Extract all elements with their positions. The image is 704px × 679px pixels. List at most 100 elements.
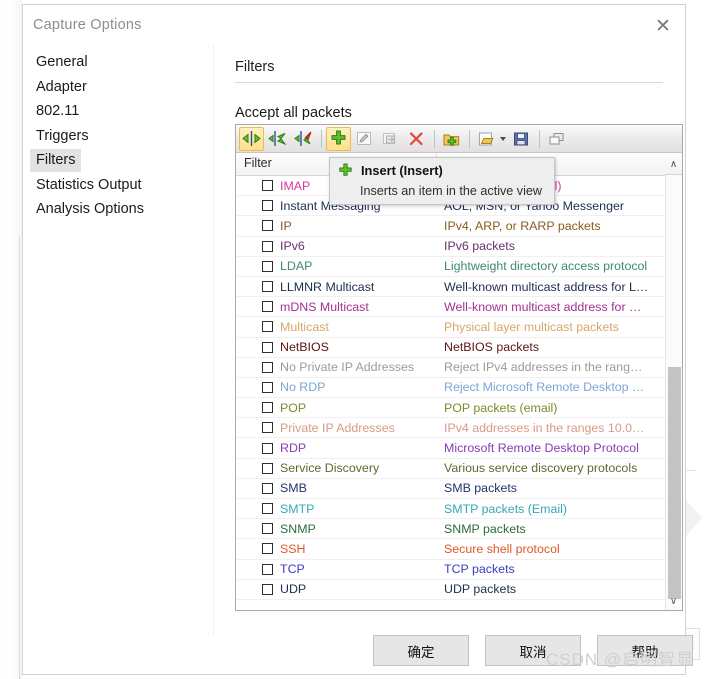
table-row[interactable]: SSH Secure shell protocol bbox=[236, 539, 682, 560]
row-checkbox[interactable] bbox=[262, 220, 273, 232]
table-row[interactable]: TCP TCP packets bbox=[236, 560, 682, 580]
table-row[interactable]: UDP UDP packets bbox=[236, 580, 682, 600]
row-checkbox[interactable] bbox=[262, 482, 273, 494]
window-title: Capture Options bbox=[33, 17, 142, 33]
tooltip-title-row: Insert (Insert) bbox=[330, 158, 554, 182]
filter-name: SMTP bbox=[280, 501, 315, 516]
filter-description: UDP packets bbox=[444, 582, 517, 597]
table-row[interactable]: mDNS Multicast Well-known multicast addre… bbox=[236, 297, 682, 318]
filter-name: mDNS Multicast bbox=[280, 299, 369, 314]
table-row[interactable]: SMB SMB packets bbox=[236, 479, 682, 499]
filter-toolbar bbox=[236, 125, 682, 153]
table-row[interactable]: SNMP SNMP packets bbox=[236, 519, 682, 540]
table-row[interactable]: SMTP SMTP packets (Email) bbox=[236, 499, 682, 520]
filter-description: IPv4, ARP, or RARP packets bbox=[444, 218, 601, 233]
row-checkbox[interactable] bbox=[262, 543, 273, 555]
new-folder-icon[interactable] bbox=[439, 127, 464, 151]
table-row[interactable]: No RDP Reject Microsoft Remote Desktop … bbox=[236, 378, 682, 399]
table-row[interactable]: Service Discovery Various service discove… bbox=[236, 459, 682, 479]
insert-icon[interactable] bbox=[326, 126, 351, 151]
sidebar-item-triggers[interactable]: Triggers bbox=[30, 125, 95, 148]
filter-name: UDP bbox=[280, 582, 307, 597]
filter-name: IPv6 bbox=[280, 239, 305, 254]
filter-outgoing-icon[interactable] bbox=[265, 127, 290, 151]
row-checkbox[interactable] bbox=[262, 583, 273, 595]
row-checkbox[interactable] bbox=[262, 442, 273, 454]
arrange-windows-icon[interactable] bbox=[544, 127, 569, 151]
table-row[interactable]: POP POP packets (email) bbox=[236, 398, 682, 419]
filter-description: TCP packets bbox=[444, 562, 515, 577]
row-checkbox[interactable] bbox=[262, 361, 273, 373]
table-row[interactable]: Multicast Physical layer multicast packet… bbox=[236, 317, 682, 338]
table-row[interactable]: Private IP Addresses IPv4 addresses in th… bbox=[236, 418, 682, 439]
background-arrow-shape bbox=[684, 498, 702, 538]
row-checkbox[interactable] bbox=[262, 422, 273, 434]
filter-name: Multicast bbox=[280, 319, 329, 334]
row-checkbox[interactable] bbox=[262, 503, 273, 515]
sidebar-item-general[interactable]: General bbox=[30, 51, 94, 74]
sidebar-item-analysis-options[interactable]: Analysis Options bbox=[30, 198, 150, 221]
filter-name: POP bbox=[280, 400, 307, 415]
edit-icon[interactable] bbox=[352, 127, 377, 151]
insert-tooltip: Insert (Insert) Inserts an item in the a… bbox=[329, 157, 555, 205]
row-checkbox[interactable] bbox=[262, 180, 273, 192]
scroll-down-button[interactable]: ∨ bbox=[665, 593, 682, 610]
panel-title: Filters bbox=[235, 59, 275, 75]
tooltip-title: Insert (Insert) bbox=[361, 162, 443, 178]
title-bar: Capture Options ✕ bbox=[23, 5, 685, 45]
row-checkbox[interactable] bbox=[262, 240, 273, 252]
table-row[interactable]: LLMNR Multicast Well-known multicast addr… bbox=[236, 277, 682, 298]
column-header-filter[interactable]: Filter bbox=[244, 156, 272, 170]
capture-options-dialog: Capture Options ✕ General Adapter 802.11… bbox=[22, 4, 693, 676]
chevron-down-icon[interactable] bbox=[500, 136, 506, 141]
cancel-button[interactable]: 取消 bbox=[485, 635, 581, 666]
filter-description: Lightweight directory access protocol bbox=[444, 259, 648, 274]
filter-name: Service Discovery bbox=[280, 461, 380, 476]
row-checkbox[interactable] bbox=[262, 523, 273, 535]
toolbar-separator bbox=[469, 129, 470, 148]
filter-rows: IMAPIMAP packets (email)Instant Messagin… bbox=[236, 176, 682, 609]
toolbar-separator bbox=[321, 129, 322, 148]
dialog-footer: 确定 取消 帮助 bbox=[23, 619, 693, 676]
row-checkbox[interactable] bbox=[262, 402, 273, 414]
row-checkbox[interactable] bbox=[262, 260, 273, 272]
filter-name: RDP bbox=[280, 441, 307, 456]
filter-name: LDAP bbox=[280, 259, 313, 274]
filter-description: SMTP packets (Email) bbox=[444, 501, 568, 516]
save-icon[interactable] bbox=[509, 127, 534, 151]
table-row[interactable]: IP IPv4, ARP, or RARP packets bbox=[236, 216, 682, 237]
row-checkbox[interactable] bbox=[262, 321, 273, 333]
row-checkbox[interactable] bbox=[262, 281, 273, 293]
filter-description: IPv6 packets bbox=[444, 239, 515, 254]
filter-both-directions-icon[interactable] bbox=[239, 126, 264, 151]
table-row[interactable]: RDP Microsoft Remote Desktop Protocol bbox=[236, 438, 682, 459]
row-checkbox[interactable] bbox=[262, 462, 273, 474]
open-folder-icon[interactable] bbox=[474, 127, 499, 151]
sidebar-item-statistics-output[interactable]: Statistics Output bbox=[30, 174, 148, 197]
duplicate-icon[interactable] bbox=[378, 127, 403, 151]
sidebar-item-80211[interactable]: 802.11 bbox=[30, 100, 85, 123]
scrollbar-thumb[interactable] bbox=[668, 367, 681, 599]
filter-name: LLMNR Multicast bbox=[280, 279, 375, 294]
row-checkbox[interactable] bbox=[262, 301, 273, 313]
table-row[interactable]: NetBIOS NetBIOS packets bbox=[236, 338, 682, 358]
sidebar-item-filters[interactable]: Filters bbox=[30, 149, 82, 172]
table-row[interactable]: IPv6 IPv6 packets bbox=[236, 237, 682, 257]
close-icon[interactable]: ✕ bbox=[648, 13, 678, 39]
scroll-up-button[interactable]: ∧ bbox=[665, 154, 682, 175]
table-row[interactable]: No Private IP Addresses Reject IPv4 addre… bbox=[236, 358, 682, 378]
row-checkbox[interactable] bbox=[262, 563, 273, 575]
vertical-scrollbar[interactable]: ∨ bbox=[665, 175, 682, 610]
row-checkbox[interactable] bbox=[262, 341, 273, 353]
filter-name: IP bbox=[280, 218, 292, 233]
delete-icon[interactable] bbox=[404, 127, 429, 151]
row-checkbox[interactable] bbox=[262, 200, 273, 212]
filter-name: Private IP Addresses bbox=[280, 420, 395, 435]
table-row[interactable]: LDAP Lightweight directory access protoco… bbox=[236, 257, 682, 277]
help-button[interactable]: 帮助 bbox=[597, 635, 693, 666]
ok-button[interactable]: 确定 bbox=[373, 635, 469, 666]
row-checkbox[interactable] bbox=[262, 381, 273, 393]
filter-incoming-icon[interactable] bbox=[291, 127, 316, 151]
filter-description: POP packets (email) bbox=[444, 400, 558, 415]
sidebar-item-adapter[interactable]: Adapter bbox=[30, 76, 93, 99]
